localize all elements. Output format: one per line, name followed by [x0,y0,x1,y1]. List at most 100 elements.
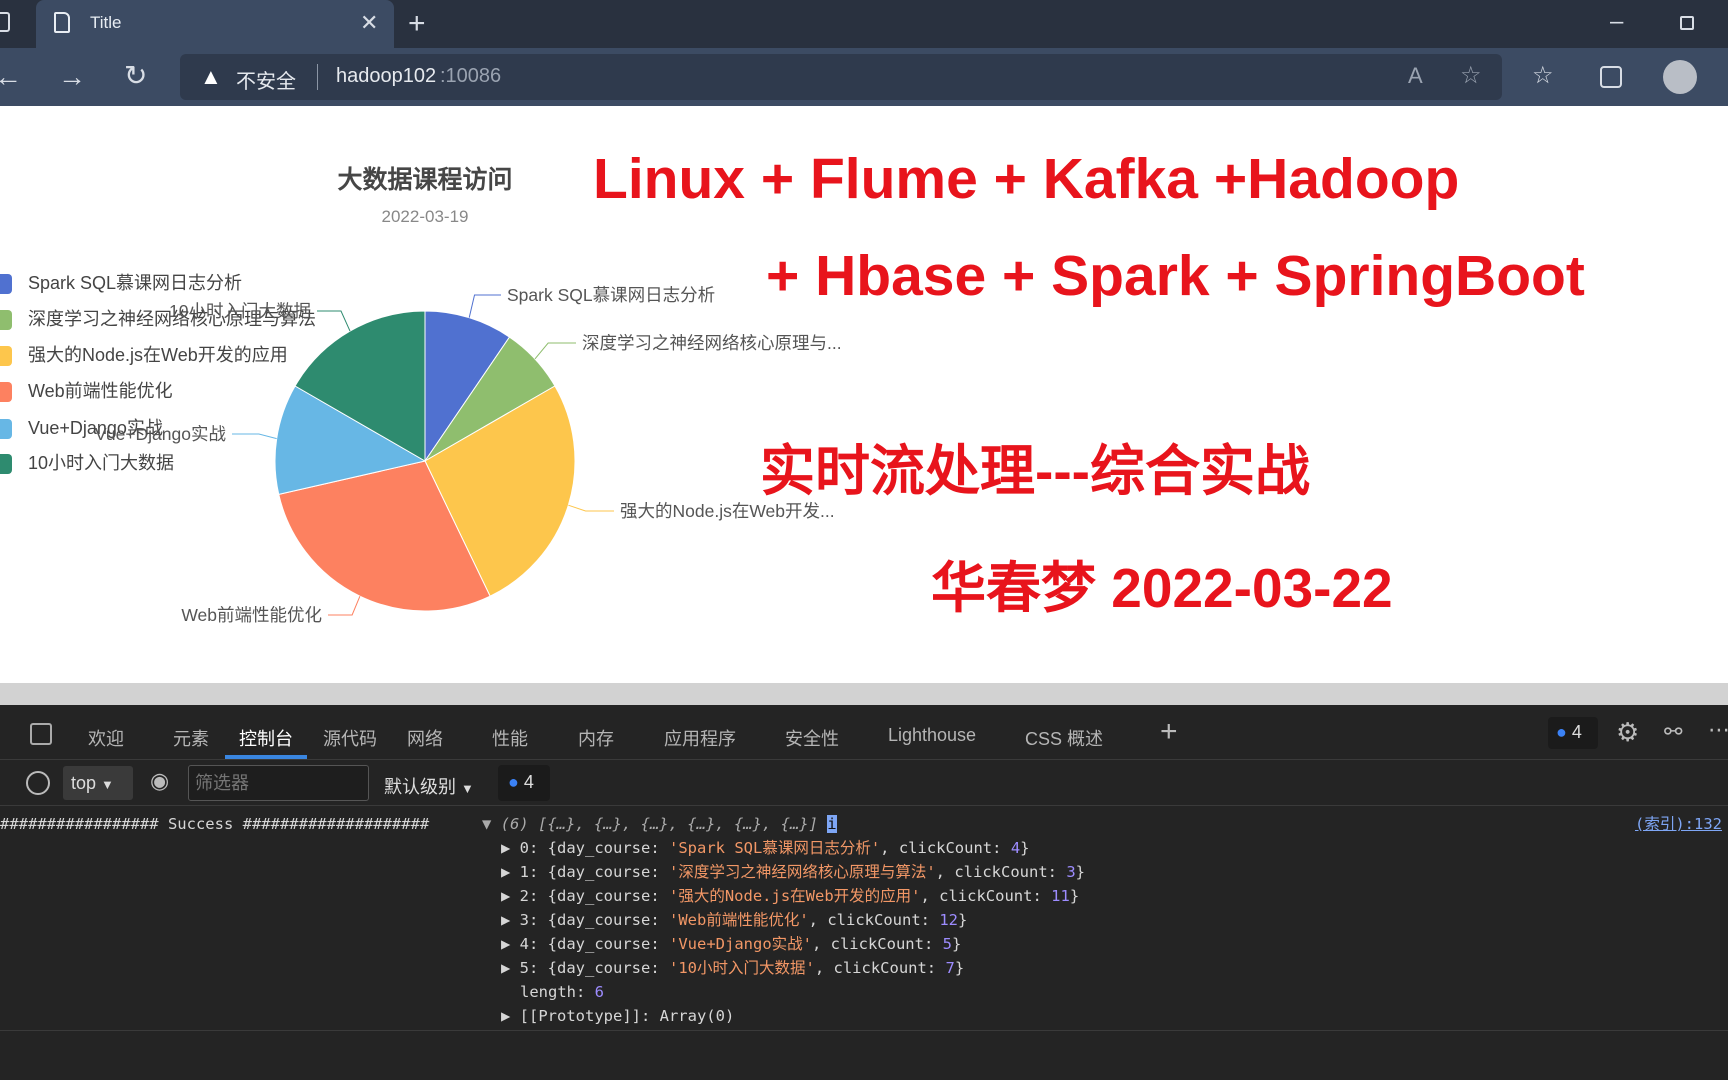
chevron-down-icon: ▼ [101,777,114,792]
context-value: top [71,773,97,793]
collections-icon[interactable] [1600,66,1622,88]
array-item-row[interactable]: ▶ 0: {day_course: 'Spark SQL慕课网日志分析', cl… [501,838,1030,858]
profile-avatar[interactable] [1663,60,1697,94]
browser-tab[interactable]: Title ✕ [36,0,394,48]
restore-icon[interactable] [1680,16,1694,30]
devtools-tab[interactable]: 欢迎 [88,725,124,751]
add-favorite-icon[interactable]: ☆ [1460,64,1482,88]
devtools-tab[interactable]: 元素 [173,725,209,751]
filter-input[interactable] [188,765,369,801]
url-host: hadoop102 [336,65,437,87]
warning-icon: ▲ [200,64,222,89]
devtools-tab[interactable]: 控制台 [239,725,293,751]
context-select[interactable]: top ▼ [63,766,133,800]
web-page: Spark SQL慕课网日志分析 深度学习之神经网络核心原理与算法 强大的Node.… [0,106,1728,683]
collapse-arrow-icon: ▼ [482,815,501,833]
favorites-icon[interactable]: ☆ [1532,64,1554,88]
label-leader-line [317,310,351,332]
expand-arrow-icon: ▶ [501,935,520,953]
address-bar[interactable]: ▲ 不安全 hadoop102 :10086 A ☆ [180,54,1502,100]
label-leader-line [328,595,361,616]
label-leader-line [534,342,576,360]
divider [317,64,318,90]
prototype-text: [[Prototype]]: Array(0) [519,1007,735,1025]
label-leader-line [232,433,277,440]
array-summary-text: (6) [{…}, {…}, {…}, {…}, {…}, {…}] [500,815,818,833]
slice-label: Vue+Django实战 [95,424,226,444]
devtools-tab[interactable]: 性能 [492,725,528,751]
read-aloud-icon[interactable]: A [1408,65,1423,87]
overlay-author-date: 华春梦 2022-03-22 [931,557,1393,619]
length-row: length: 6 [520,983,605,1001]
array-item-row[interactable]: ▶ 3: {day_course: 'Web前端性能优化', clickCoun… [501,910,967,930]
slice-label: 10小时入门大数据 [169,301,311,321]
info-icon: i [827,815,837,833]
devtools-tab[interactable]: 应用程序 [664,725,736,751]
expand-arrow-icon: ▶ [501,863,520,881]
page-icon [54,12,70,33]
chart-title: 大数据课程访问 [337,166,512,194]
array-item-row[interactable]: ▶ 1: {day_course: '深度学习之神经网络核心原理与算法', cl… [501,862,1085,882]
live-expression-eye-icon[interactable]: ◉ [150,768,169,794]
divider [0,1030,1728,1031]
security-label[interactable]: 不安全 [236,65,296,94]
message-count: 4 [523,772,534,792]
refresh-icon[interactable]: ↻ [124,62,147,90]
minimize-icon[interactable]: – [1610,10,1623,34]
array-item-row[interactable]: ▶ 4: {day_course: 'Vue+Django实战', clickC… [501,934,961,954]
close-tab-icon[interactable]: ✕ [360,12,378,34]
devtools-resize-handle[interactable] [0,683,1728,705]
label-leader-line [468,294,501,318]
message-icon: ● [1556,722,1567,742]
issues-count: 4 [1571,722,1582,742]
chevron-down-icon: ▼ [461,781,474,796]
devtools-tab[interactable]: Lighthouse [888,725,976,746]
active-tab-indicator [225,755,307,759]
clear-console-icon[interactable] [26,771,50,795]
slice-label: Spark SQL慕课网日志分析 [507,285,715,305]
expand-arrow-icon: ▶ [501,887,520,905]
array-item-row[interactable]: ▶ 5: {day_course: '10小时入门大数据', clickCoun… [501,958,964,978]
browser-tab-bar: Title ✕ + – [0,0,1728,48]
message-count-badge[interactable]: ● 4 [498,765,550,801]
overlay-tech-line-2: + Hbase + Spark + SpringBoot [766,244,1585,308]
device-toolbar-icon[interactable] [30,723,52,745]
chart-subtitle: 2022-03-19 [382,207,469,226]
slice-label: 强大的Node.js在Web开发... [620,501,835,521]
more-options-icon[interactable]: ⋯ [1708,717,1728,743]
log-prefix: ################# Success ##############… [0,815,430,833]
connect-device-icon[interactable]: ⚯ [1664,719,1682,745]
more-tools-icon[interactable]: + [1160,715,1178,749]
overlay-tech-line-1: Linux + Flume + Kafka +Hadoop [593,147,1460,211]
overlay-subtitle: 实时流处理---综合实战 [760,440,1310,502]
slice-label: Web前端性能优化 [181,605,322,625]
expand-arrow-icon: ▶ [501,959,520,977]
tab-actions-icon[interactable] [0,12,10,32]
back-icon[interactable]: ← [0,63,22,91]
expand-arrow-icon: ▶ [501,911,520,929]
devtools-tab[interactable]: CSS 概述 [1025,725,1103,751]
devtools-tab[interactable]: 内存 [578,725,614,751]
devtools-tab[interactable]: 网络 [407,725,443,751]
source-link[interactable]: (索引):132 [1635,814,1722,834]
array-summary[interactable]: ▼ (6) [{…}, {…}, {…}, {…}, {…}, {…}] i [482,814,837,834]
log-level-value: 默认级别 [384,777,456,797]
slice-label: 深度学习之神经网络核心原理与... [582,333,842,353]
forward-icon[interactable]: → [58,63,86,91]
console-toolbar: top ▼ ◉ 默认级别 ▼ ● 4 [0,760,1728,806]
devtools-tab[interactable]: 安全性 [785,725,839,751]
settings-gear-icon[interactable]: ⚙ [1616,717,1639,748]
tab-title: Title [90,13,122,32]
address-toolbar: ← → ↻ ▲ 不安全 hadoop102 :10086 A ☆ ☆ [0,48,1728,106]
array-item-row[interactable]: ▶ 2: {day_course: '强大的Node.js在Web开发的应用',… [501,886,1079,906]
log-level-select[interactable]: 默认级别 ▼ [384,773,474,799]
prototype-row[interactable]: ▶ [[Prototype]]: Array(0) [501,1006,734,1026]
message-icon: ● [508,772,519,792]
label-leader-line [568,504,614,512]
devtools-panel: 欢迎 元素 控制台 源代码 网络 性能 内存 应用程序 安全性 Lighthouse CSS 概述 … [0,705,1728,1080]
issues-badge[interactable]: ● 4 [1548,717,1598,749]
url-port: :10086 [440,65,502,87]
new-tab-icon[interactable]: + [408,9,426,39]
devtools-tab[interactable]: 源代码 [323,725,377,751]
devtools-tab-bar: 欢迎 元素 控制台 源代码 网络 性能 内存 应用程序 安全性 Lighthouse CSS 概述 … [0,705,1728,760]
